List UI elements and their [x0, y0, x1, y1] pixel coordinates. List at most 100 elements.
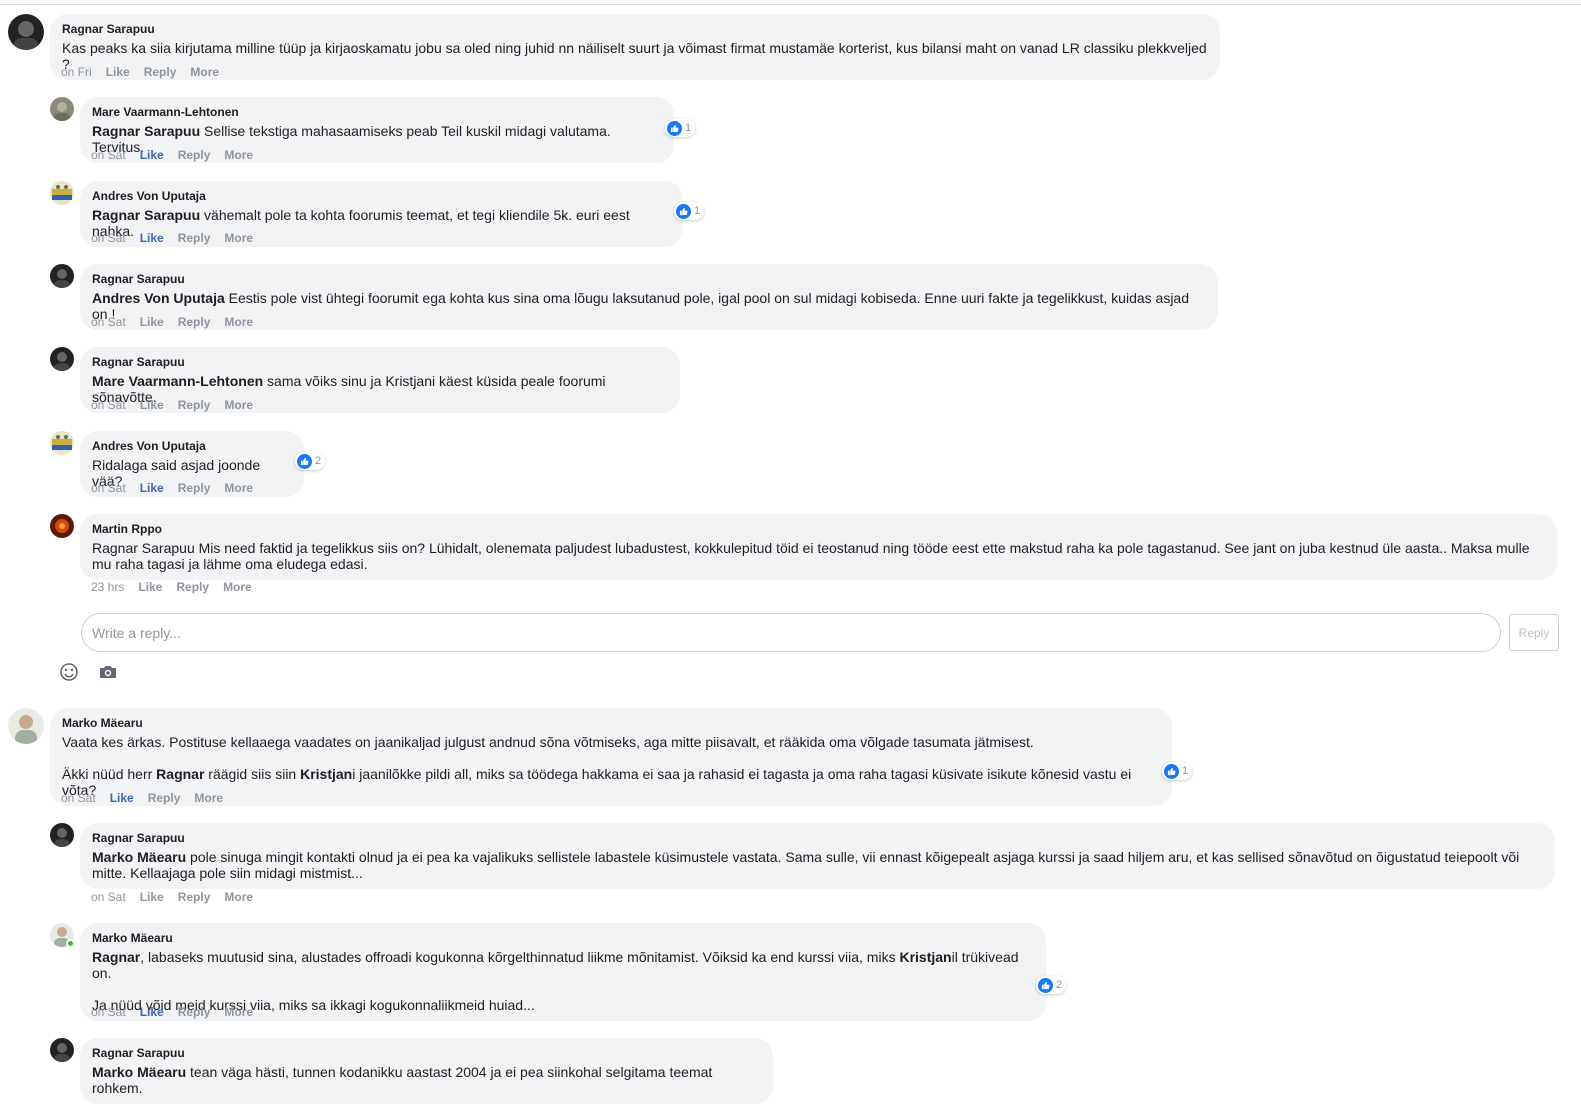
comment-actions: 23 hrs Like Reply More: [91, 580, 266, 594]
comment-author[interactable]: Andres Von Uputaja: [92, 188, 671, 204]
mention-link[interactable]: Mare Vaarmann-Lehtonen: [92, 373, 263, 389]
avatar[interactable]: [50, 823, 74, 847]
more-link[interactable]: More: [224, 481, 253, 495]
comment-time[interactable]: on Sat: [61, 791, 96, 805]
more-link[interactable]: More: [224, 398, 253, 412]
comment-actions: on Sat Like Reply More: [61, 791, 237, 805]
like-link[interactable]: Like: [140, 148, 164, 162]
reaction-count[interactable]: 1: [665, 119, 696, 137]
reply-link[interactable]: Reply: [148, 791, 181, 805]
reply-link[interactable]: Reply: [144, 65, 177, 79]
like-link[interactable]: Like: [140, 1005, 164, 1019]
comment-text: Ragnar, labaseks muutusid sina, alustade…: [92, 949, 1019, 981]
avatar[interactable]: [50, 514, 74, 538]
like-link[interactable]: Like: [140, 398, 164, 412]
avatar[interactable]: [8, 14, 44, 50]
avatar[interactable]: [50, 264, 74, 288]
more-link[interactable]: More: [194, 791, 223, 805]
comment-author[interactable]: Marko Mäearu: [62, 715, 1160, 731]
mention-link[interactable]: Marko Mäearu: [92, 1064, 186, 1080]
reply-link[interactable]: Reply: [178, 398, 211, 412]
comment-author[interactable]: Mare Vaarmann-Lehtonen: [92, 104, 662, 120]
comment-text: Vaata kes ärkas. Postituse kellaaega vaa…: [62, 734, 1034, 750]
comment-time[interactable]: on Sat: [91, 1005, 126, 1019]
reaction-count[interactable]: 2: [295, 452, 326, 470]
mention-link[interactable]: Kristjan: [899, 949, 951, 965]
like-link[interactable]: Like: [140, 481, 164, 495]
comment-text: Marko Mäearu tean väga hästi, tunnen kod…: [92, 1064, 713, 1096]
mention-link[interactable]: Ragnar Sarapuu: [92, 207, 200, 223]
comment-actions: on Sat Like Reply More: [91, 481, 267, 495]
like-link[interactable]: Like: [140, 315, 164, 329]
comment-text: Kas peaks ka siia kirjutama milline tüüp…: [62, 40, 1207, 72]
reply-placeholder: Write a reply...: [92, 624, 181, 641]
like-link[interactable]: Like: [140, 231, 164, 245]
comment-author[interactable]: Andres Von Uputaja: [92, 438, 292, 454]
camera-icon[interactable]: [98, 662, 118, 682]
reply-link[interactable]: Reply: [178, 148, 211, 162]
reaction-count[interactable]: 1: [1162, 762, 1193, 780]
more-link[interactable]: More: [224, 890, 253, 904]
reaction-count[interactable]: 1: [674, 202, 705, 220]
comment-text: Ragnar Sarapuu Mis need faktid ja tegeli…: [92, 540, 1530, 572]
reply-link[interactable]: Reply: [178, 315, 211, 329]
reply-input[interactable]: Write a reply...: [81, 613, 1501, 652]
comment-time[interactable]: on Fri: [61, 65, 92, 79]
avatar[interactable]: [8, 708, 44, 744]
comment-author[interactable]: Martin Rppo: [92, 521, 1545, 537]
comment-bubble: Ragnar Sarapuu Marko Mäearu pole sinuga …: [80, 823, 1555, 889]
mention-link[interactable]: Andres Von Uputaja: [92, 290, 225, 306]
more-link[interactable]: More: [224, 231, 253, 245]
thumbs-up-icon: [1038, 977, 1053, 993]
reply-button[interactable]: Reply: [1509, 614, 1559, 651]
mention-link[interactable]: Marko Mäearu: [92, 849, 186, 865]
thumbs-up-icon: [297, 453, 312, 469]
online-status-dot: [66, 939, 75, 948]
emoji-icon[interactable]: [59, 662, 79, 682]
mention-link[interactable]: Ragnar: [156, 766, 204, 782]
avatar[interactable]: [50, 97, 74, 121]
comment-actions: on Sat Like Reply More: [91, 148, 267, 162]
comment-time[interactable]: on Sat: [91, 398, 126, 412]
like-link[interactable]: Like: [110, 791, 134, 805]
comment-author[interactable]: Ragnar Sarapuu: [62, 21, 1208, 37]
comment-time[interactable]: on Sat: [91, 315, 126, 329]
comment-author[interactable]: Ragnar Sarapuu: [92, 830, 1543, 846]
more-link[interactable]: More: [224, 315, 253, 329]
avatar[interactable]: [50, 1038, 74, 1062]
more-link[interactable]: More: [224, 1005, 253, 1019]
comment-author[interactable]: Ragnar Sarapuu: [92, 1045, 761, 1061]
comment-bubble: Martin Rppo Ragnar Sarapuu Mis need fakt…: [80, 514, 1557, 580]
more-link[interactable]: More: [190, 65, 219, 79]
reply-link[interactable]: Reply: [176, 580, 209, 594]
like-link[interactable]: Like: [138, 580, 162, 594]
reply-link[interactable]: Reply: [178, 1005, 211, 1019]
more-link[interactable]: More: [223, 580, 252, 594]
avatar[interactable]: [50, 347, 74, 371]
comment-author[interactable]: Ragnar Sarapuu: [92, 354, 668, 370]
comment-actions: on Sat Like Reply More: [91, 890, 267, 904]
reaction-count[interactable]: 2: [1036, 976, 1067, 994]
comment-bubble: Ragnar Sarapuu Marko Mäearu tean väga hä…: [80, 1038, 773, 1104]
comment-time[interactable]: on Sat: [91, 148, 126, 162]
comment-time[interactable]: on Sat: [91, 231, 126, 245]
mention-link[interactable]: Ragnar: [92, 949, 140, 965]
comment-author[interactable]: Ragnar Sarapuu: [92, 271, 1206, 287]
reply-link[interactable]: Reply: [178, 481, 211, 495]
comment-time[interactable]: on Sat: [91, 890, 126, 904]
reply-link[interactable]: Reply: [178, 231, 211, 245]
comment-time[interactable]: 23 hrs: [91, 580, 124, 594]
like-link[interactable]: Like: [106, 65, 130, 79]
avatar[interactable]: [50, 431, 74, 455]
avatar[interactable]: [50, 181, 74, 205]
top-divider: [0, 4, 1581, 5]
comment-text: Marko Mäearu pole sinuga mingit kontakti…: [92, 849, 1520, 881]
mention-link[interactable]: Ragnar Sarapuu: [92, 123, 200, 139]
reply-link[interactable]: Reply: [178, 890, 211, 904]
like-link[interactable]: Like: [140, 890, 164, 904]
mention-link[interactable]: Kristjan: [300, 766, 352, 782]
comment-author[interactable]: Marko Mäearu: [92, 930, 1034, 946]
comment-time[interactable]: on Sat: [91, 481, 126, 495]
comment-actions: on Sat Like Reply More: [91, 231, 267, 245]
more-link[interactable]: More: [224, 148, 253, 162]
